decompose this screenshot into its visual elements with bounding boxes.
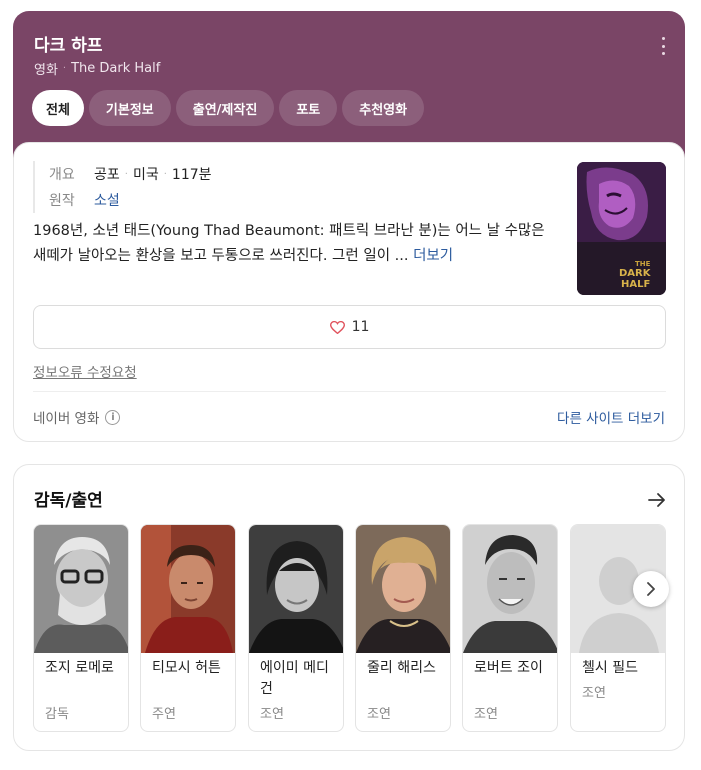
like-button[interactable]: 11 [33,305,666,349]
tab-basic-info[interactable]: 기본정보 [88,90,171,126]
overview-label: 개요 [49,167,75,183]
person-name: 로버트 조이 [474,660,543,676]
separator-dot: · [124,168,128,180]
person-role: 주연 [152,707,176,722]
arrow-right-icon[interactable] [648,492,666,508]
cast-section-title[interactable]: 감독/출연 [34,486,103,511]
separator-dot: · [62,63,67,74]
runtime: 117분 [171,167,212,183]
tab-all[interactable]: 전체 [32,90,84,126]
description-text: 1968년, 소년 태드(Young Thad Beaumont: 패트릭 브라… [33,223,545,264]
person-name: 줄리 해리스 [367,660,436,676]
cast-item[interactable]: 줄리 해리스 조연 [355,524,451,732]
movie-poster[interactable]: THE DARK HALF [577,162,666,295]
movie-subtitle: 영화 · The Dark Half [34,59,160,78]
movie-header: 다크 하프 영화 · The Dark Half 전체 기본정보 출연/제작진 … [13,11,685,161]
source-label: 네이버 영화 [33,411,100,427]
other-sites-link[interactable]: 다른 사이트 더보기 [557,407,665,427]
person-name: 에이미 메디건 [260,660,329,697]
movie-description: 1968년, 소년 태드(Young Thad Beaumont: 패트릭 브라… [33,219,558,269]
movie-title: 다크 하프 [34,36,103,56]
country: 미국 [132,167,159,183]
tab-photos[interactable]: 포토 [279,90,338,126]
person-name: 티모시 허튼 [152,660,221,676]
report-error-link[interactable]: 정보오류 수정요청 [33,361,137,381]
svg-text:THE: THE [635,260,651,268]
cast-item[interactable]: 첼시 필드 조연 [570,524,666,732]
divider [33,391,666,392]
person-role: 감독 [45,707,69,722]
person-photo [141,525,235,653]
tab-bar: 전체 기본정보 출연/제작진 포토 추천영화 [32,90,425,126]
more-options-icon[interactable] [655,37,671,55]
original-label: 원작 [49,193,75,209]
description-more-link[interactable]: 더보기 [413,248,453,264]
movie-info-card: 개요 공포 · 미국 · 117분 원작 소설 THE DARK HALF 19… [13,142,685,442]
info-icon[interactable]: i [105,409,121,425]
tab-recommended[interactable]: 추천영화 [342,90,425,126]
person-name: 첼시 필드 [582,660,638,676]
person-role: 조연 [367,707,391,722]
person-photo [249,525,343,653]
cast-list: 조지 로메로 감독 티모시 허튼 주연 에이미 메디건 조연 줄리 해리스 조연… [33,524,666,734]
original-work-link[interactable]: 소설 [94,190,120,210]
person-photo [463,525,557,653]
cast-item[interactable]: 티모시 허튼 주연 [140,524,236,732]
svg-text:HALF: HALF [621,279,650,290]
person-photo [356,525,450,653]
svg-text:DARK: DARK [619,268,652,279]
person-role: 조연 [582,686,606,701]
person-name: 조지 로메로 [45,660,114,676]
cast-item[interactable]: 조지 로메로 감독 [33,524,129,732]
person-photo [34,525,128,653]
separator-dot: · [163,168,167,180]
overview-row: 개요 공포 · 미국 · 117분 [49,161,212,187]
overview-block: 개요 공포 · 미국 · 117분 원작 소설 [33,161,212,213]
movie-category: 영화 [34,63,58,78]
source-info: 네이버 영화 i [33,407,121,427]
original-work-row: 원작 소설 [49,187,212,213]
cast-item[interactable]: 에이미 메디건 조연 [248,524,344,732]
person-role: 조연 [260,707,284,722]
cast-item[interactable]: 로버트 조이 조연 [462,524,558,732]
scroll-next-button[interactable] [633,571,669,607]
chevron-right-icon [647,582,655,596]
heart-icon [329,320,345,334]
genre: 공포 [94,167,120,183]
like-count: 11 [351,319,370,335]
cast-card: 감독/출연 조지 로메로 감독 티모시 허튼 주연 에이미 메디건 조연 줄리 … [13,464,685,751]
tab-cast-crew[interactable]: 출연/제작진 [175,90,275,126]
person-role: 조연 [474,707,498,722]
movie-original-title: The Dark Half [71,61,161,76]
